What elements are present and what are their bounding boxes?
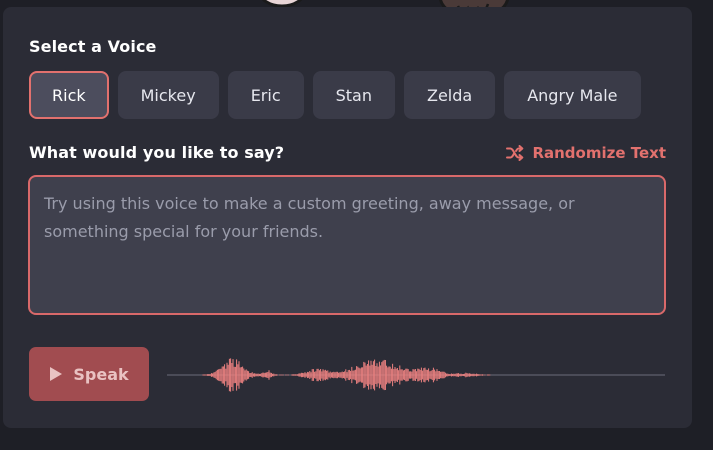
speak-button[interactable]: Speak — [29, 347, 149, 401]
select-voice-label: Select a Voice — [29, 37, 157, 56]
voice-card: Select a Voice Rick Mickey Eric Stan Zel… — [3, 7, 692, 428]
message-input[interactable] — [30, 177, 664, 313]
play-icon — [50, 367, 63, 381]
message-label: What would you like to say? — [29, 143, 285, 162]
shuffle-icon — [506, 145, 524, 161]
voice-options: Rick Mickey Eric Stan Zelda Angry Male — [29, 71, 641, 119]
voice-option-rick[interactable]: Rick — [29, 71, 109, 119]
voice-app: Select a Voice Rick Mickey Eric Stan Zel… — [0, 0, 713, 450]
audio-waveform — [167, 358, 665, 392]
voice-option-zelda[interactable]: Zelda — [404, 71, 496, 119]
voice-option-mickey[interactable]: Mickey — [117, 71, 219, 119]
message-input-container — [28, 175, 666, 315]
voice-option-angry-male[interactable]: Angry Male — [504, 71, 641, 119]
randomize-text-button[interactable]: Randomize Text — [506, 144, 666, 162]
speak-button-label: Speak — [73, 364, 129, 384]
voice-option-eric[interactable]: Eric — [227, 71, 304, 119]
voice-option-stan[interactable]: Stan — [312, 71, 395, 119]
randomize-text-label: Randomize Text — [532, 144, 666, 162]
